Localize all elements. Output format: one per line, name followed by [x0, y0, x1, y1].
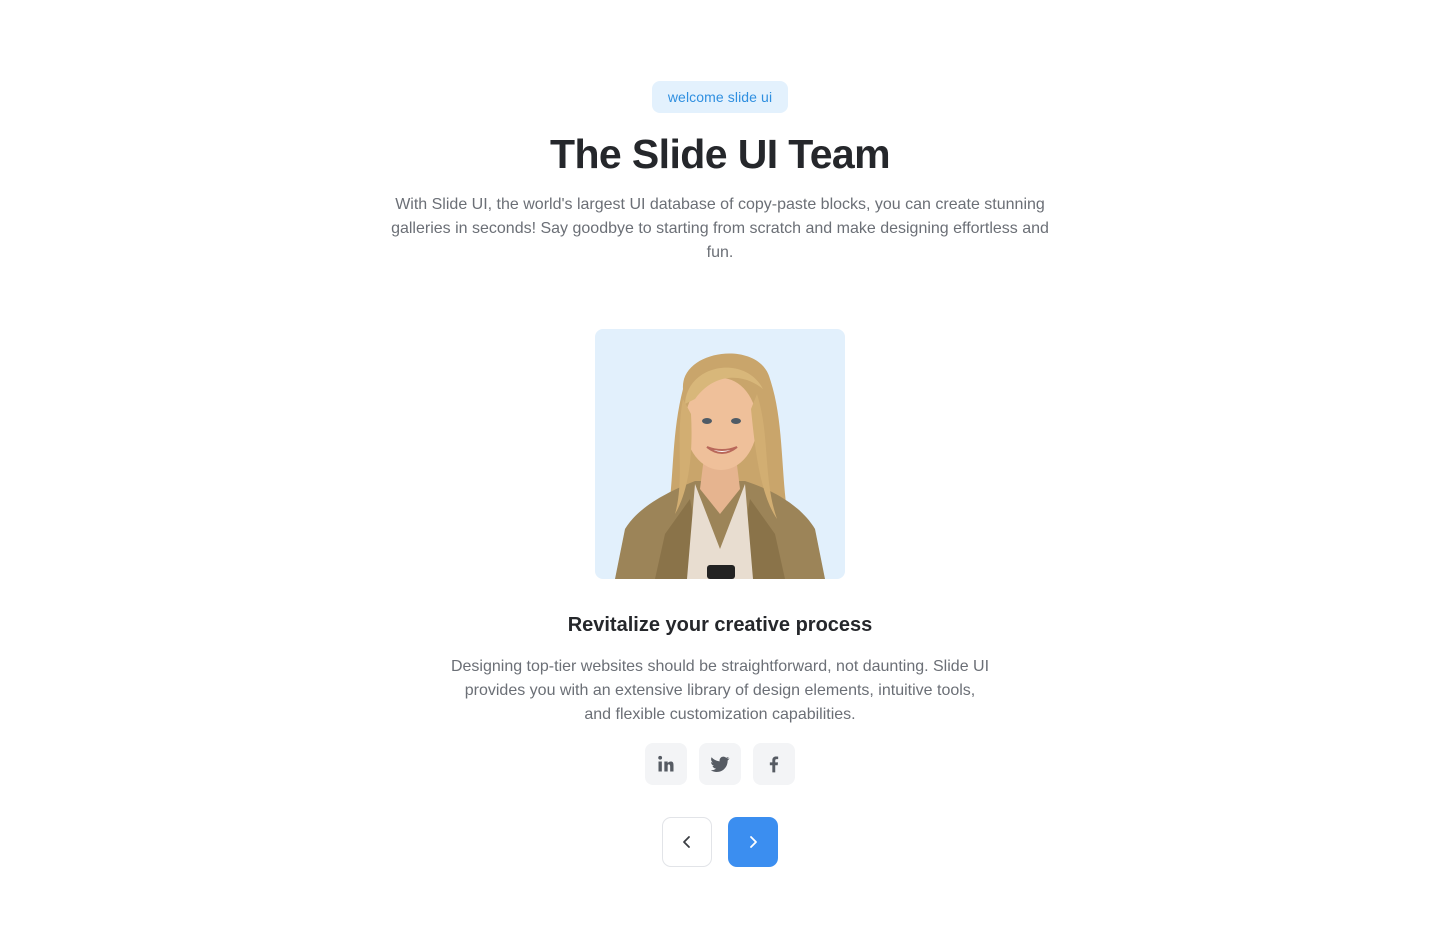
linkedin-button[interactable]: [645, 743, 687, 785]
facebook-button[interactable]: [753, 743, 795, 785]
social-links: [645, 743, 795, 785]
team-section: welcome slide ui The Slide UI Team With …: [0, 0, 1440, 947]
portrait-illustration: [615, 353, 825, 579]
twitter-button[interactable]: [699, 743, 741, 785]
next-slide-button[interactable]: [728, 817, 778, 867]
page-title: The Slide UI Team: [550, 131, 891, 177]
facebook-icon: [769, 756, 779, 773]
intro-text: With Slide UI, the world's largest UI da…: [391, 196, 1049, 261]
chevron-left-icon: [683, 836, 690, 848]
slide-description: Designing top-tier websites should be st…: [450, 658, 990, 723]
previous-slide-button[interactable]: [662, 817, 712, 867]
twitter-icon: [710, 756, 730, 772]
linkedin-icon: [658, 755, 674, 772]
welcome-badge: welcome slide ui: [652, 81, 788, 113]
slider-navigation: [662, 817, 778, 867]
chevron-right-icon: [750, 836, 757, 848]
team-member-photo: [595, 329, 845, 579]
slide-heading: Revitalize your creative process: [567, 614, 873, 636]
